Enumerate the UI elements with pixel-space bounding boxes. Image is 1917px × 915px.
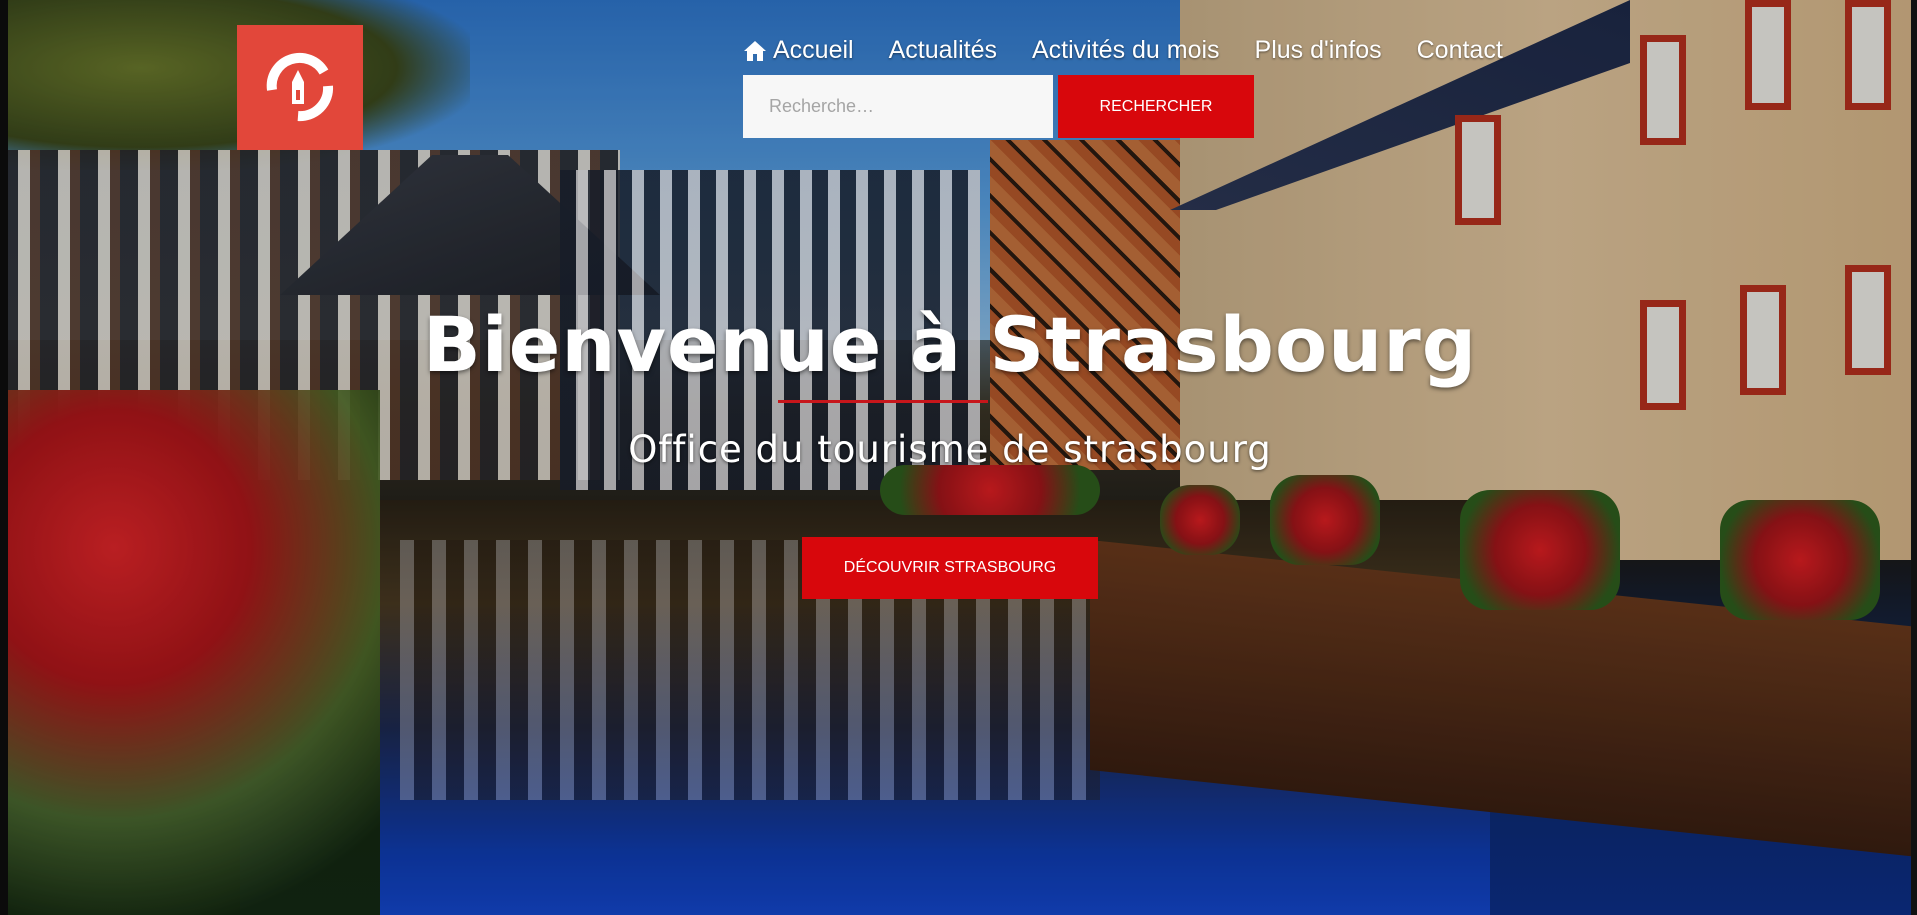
nav-item-label: Activités du mois xyxy=(1031,36,1220,64)
nav-item-label: Contact xyxy=(1416,36,1503,64)
frame-edge xyxy=(1911,0,1917,915)
search-input[interactable] xyxy=(743,75,1053,138)
hero-subtitle: Office du tourisme de strasbourg xyxy=(628,428,1272,471)
home-icon xyxy=(744,40,766,61)
nav-item-plus-infos[interactable]: Plus d'infos xyxy=(1255,36,1382,65)
discover-button[interactable]: DÉCOUVRIR STRASBOURG xyxy=(802,537,1098,599)
nav-item-label: Plus d'infos xyxy=(1254,36,1382,64)
nav-item-label: Accueil xyxy=(773,36,854,64)
main-nav: Accueil Actualités Activités du mois Plu… xyxy=(743,36,1503,65)
hero-divider xyxy=(778,400,988,403)
nav-item-actualites[interactable]: Actualités xyxy=(889,36,997,65)
nav-item-activites-du-mois[interactable]: Activités du mois xyxy=(1032,36,1220,65)
search-form: RECHERCHER xyxy=(743,75,1254,138)
logo-icon xyxy=(266,52,334,121)
nav-item-label: Actualités xyxy=(888,36,997,64)
hero-title: Bienvenue à Strasbourg xyxy=(422,300,1478,389)
nav-item-accueil[interactable]: Accueil xyxy=(743,36,854,65)
nav-item-contact[interactable]: Contact xyxy=(1417,36,1503,65)
search-button[interactable]: RECHERCHER xyxy=(1058,75,1254,138)
site-logo[interactable] xyxy=(237,25,363,150)
